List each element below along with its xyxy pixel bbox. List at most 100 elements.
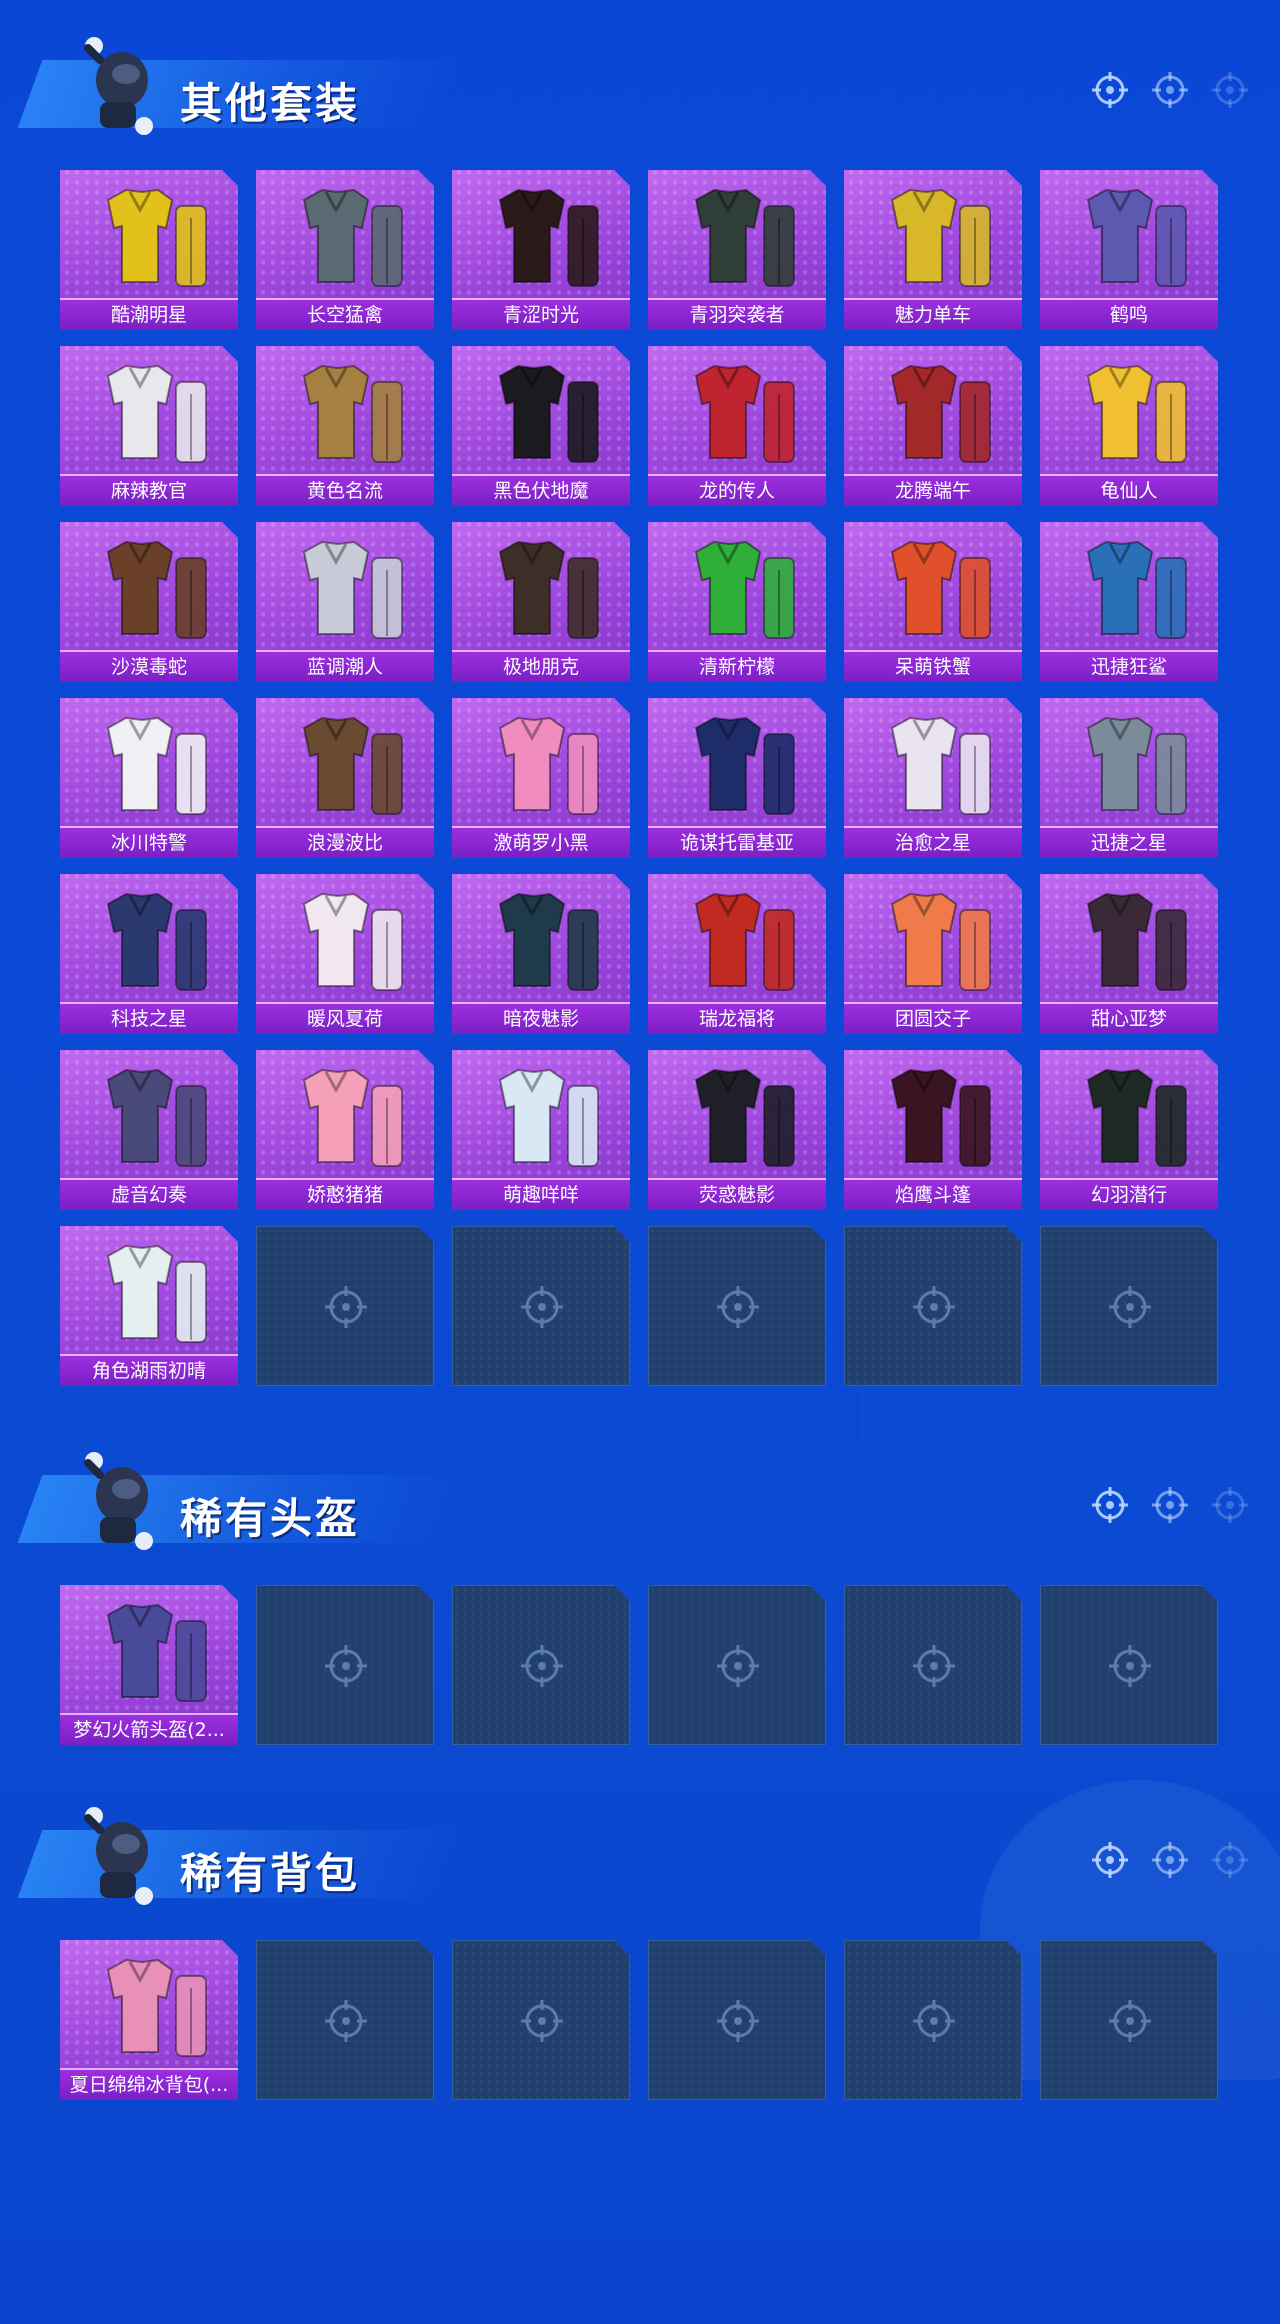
item-card[interactable]: 青涩时光 xyxy=(452,170,630,330)
crosshair-icon xyxy=(1212,72,1248,108)
item-image xyxy=(890,540,991,639)
crosshair-placeholder-icon xyxy=(521,1286,563,1328)
crosshair-placeholder-icon xyxy=(913,1286,955,1328)
item-card[interactable]: 龙腾端午 xyxy=(844,346,1022,506)
item-card[interactable]: 酷潮明星 xyxy=(60,170,238,330)
item-card[interactable]: 夏日绵绵冰背包(... xyxy=(60,1940,238,2100)
item-card[interactable]: 冰川特警 xyxy=(60,698,238,858)
item-card[interactable]: 焰鹰斗篷 xyxy=(844,1050,1022,1210)
item-card[interactable]: 虚音幻奏 xyxy=(60,1050,238,1210)
crosshair-placeholder-icon xyxy=(521,2000,563,2042)
item-card[interactable]: 梦幻火箭头盔(2... xyxy=(60,1585,238,1745)
item-card[interactable]: 科技之星 xyxy=(60,874,238,1034)
empty-slot xyxy=(844,1226,1022,1386)
section-title: 其他套装 xyxy=(180,79,361,128)
item-name: 诡谋托雷基亚 xyxy=(648,826,826,858)
item-card[interactable]: 幻羽潜行 xyxy=(1040,1050,1218,1210)
item-card[interactable]: 团圆交子 xyxy=(844,874,1022,1034)
reticle-decoration xyxy=(1090,1840,1250,1880)
item-card[interactable]: 暖风夏荷 xyxy=(256,874,434,1034)
item-card[interactable]: 青羽突袭者 xyxy=(648,170,826,330)
item-name: 焰鹰斗篷 xyxy=(844,1178,1022,1210)
item-card[interactable]: 清新柠檬 xyxy=(648,522,826,682)
item-name: 幻羽潜行 xyxy=(1040,1178,1218,1210)
item-image xyxy=(498,364,599,463)
item-card[interactable]: 甜心亚梦 xyxy=(1040,874,1218,1034)
section-rare-backpacks: 稀有背包夏日绵绵冰背包(... xyxy=(0,1800,1280,2100)
item-image xyxy=(1086,1068,1187,1167)
item-card[interactable]: 龟仙人 xyxy=(1040,346,1218,506)
item-name: 娇憨猪猪 xyxy=(256,1178,434,1210)
item-image xyxy=(1086,540,1187,639)
item-card[interactable]: 娇憨猪猪 xyxy=(256,1050,434,1210)
item-name: 暗夜魅影 xyxy=(452,1002,630,1034)
crosshair-placeholder-icon xyxy=(325,1286,367,1328)
crosshair-placeholder-icon xyxy=(717,2000,759,2042)
item-image xyxy=(1086,892,1187,991)
item-card[interactable]: 鹤鸣 xyxy=(1040,170,1218,330)
item-name: 虚音幻奏 xyxy=(60,1178,238,1210)
item-image xyxy=(106,892,207,991)
item-grid: 夏日绵绵冰背包(... xyxy=(60,1940,1218,2100)
empty-slot xyxy=(648,1940,826,2100)
item-name: 极地朋克 xyxy=(452,650,630,682)
section-title: 稀有头盔 xyxy=(180,1494,361,1543)
item-card[interactable]: 瑞龙福将 xyxy=(648,874,826,1034)
item-name: 夏日绵绵冰背包(... xyxy=(60,2068,238,2100)
item-card[interactable]: 迅捷狂鲨 xyxy=(1040,522,1218,682)
item-card[interactable]: 麻辣教官 xyxy=(60,346,238,506)
reticle-decoration xyxy=(1090,1485,1250,1525)
item-image xyxy=(694,540,795,639)
empty-slot xyxy=(256,1585,434,1745)
item-card[interactable]: 迅捷之星 xyxy=(1040,698,1218,858)
item-image xyxy=(890,1068,991,1167)
item-image xyxy=(106,1068,207,1167)
item-card[interactable]: 龙的传人 xyxy=(648,346,826,506)
item-card[interactable]: 诡谋托雷基亚 xyxy=(648,698,826,858)
item-image xyxy=(106,1603,207,1702)
section-title: 稀有背包 xyxy=(180,1849,361,1898)
empty-slot xyxy=(844,1940,1022,2100)
item-card[interactable]: 极地朋克 xyxy=(452,522,630,682)
crosshair-placeholder-icon xyxy=(717,1645,759,1687)
item-card[interactable]: 角色湖雨初晴 xyxy=(60,1226,238,1386)
item-image xyxy=(498,892,599,991)
item-image xyxy=(1086,188,1187,287)
item-card[interactable]: 沙漠毒蛇 xyxy=(60,522,238,682)
item-card[interactable]: 萌趣咩咩 xyxy=(452,1050,630,1210)
item-image xyxy=(302,188,403,287)
crosshair-placeholder-icon xyxy=(717,1286,759,1328)
item-card[interactable]: 黄色名流 xyxy=(256,346,434,506)
section-header: 稀有背包 xyxy=(0,1800,1280,1920)
item-card[interactable]: 黑色伏地魔 xyxy=(452,346,630,506)
crosshair-placeholder-icon xyxy=(1109,1645,1151,1687)
item-name: 甜心亚梦 xyxy=(1040,1002,1218,1034)
item-card[interactable]: 暗夜魅影 xyxy=(452,874,630,1034)
crosshair-placeholder-icon xyxy=(521,1645,563,1687)
item-image xyxy=(694,716,795,815)
item-name: 冰川特警 xyxy=(60,826,238,858)
item-card[interactable]: 荧惑魅影 xyxy=(648,1050,826,1210)
item-card[interactable]: 蓝调潮人 xyxy=(256,522,434,682)
item-name: 麻辣教官 xyxy=(60,474,238,506)
item-card[interactable]: 呆萌铁蟹 xyxy=(844,522,1022,682)
item-card[interactable]: 浪漫波比 xyxy=(256,698,434,858)
crosshair-placeholder-icon xyxy=(1109,1286,1151,1328)
item-grid: 梦幻火箭头盔(2... xyxy=(60,1585,1218,1745)
empty-slot xyxy=(648,1226,826,1386)
item-card[interactable]: 激萌罗小黑 xyxy=(452,698,630,858)
item-card[interactable]: 魅力单车 xyxy=(844,170,1022,330)
item-image xyxy=(498,188,599,287)
item-image xyxy=(498,540,599,639)
item-image xyxy=(106,716,207,815)
item-image xyxy=(106,540,207,639)
item-name: 角色湖雨初晴 xyxy=(60,1354,238,1386)
item-card[interactable]: 长空猛禽 xyxy=(256,170,434,330)
item-name: 青涩时光 xyxy=(452,298,630,330)
item-name: 青羽突袭者 xyxy=(648,298,826,330)
crosshair-icon xyxy=(1092,1487,1128,1523)
crosshair-placeholder-icon xyxy=(913,2000,955,2042)
item-name: 团圆交子 xyxy=(844,1002,1022,1034)
item-card[interactable]: 治愈之星 xyxy=(844,698,1022,858)
item-name: 清新柠檬 xyxy=(648,650,826,682)
